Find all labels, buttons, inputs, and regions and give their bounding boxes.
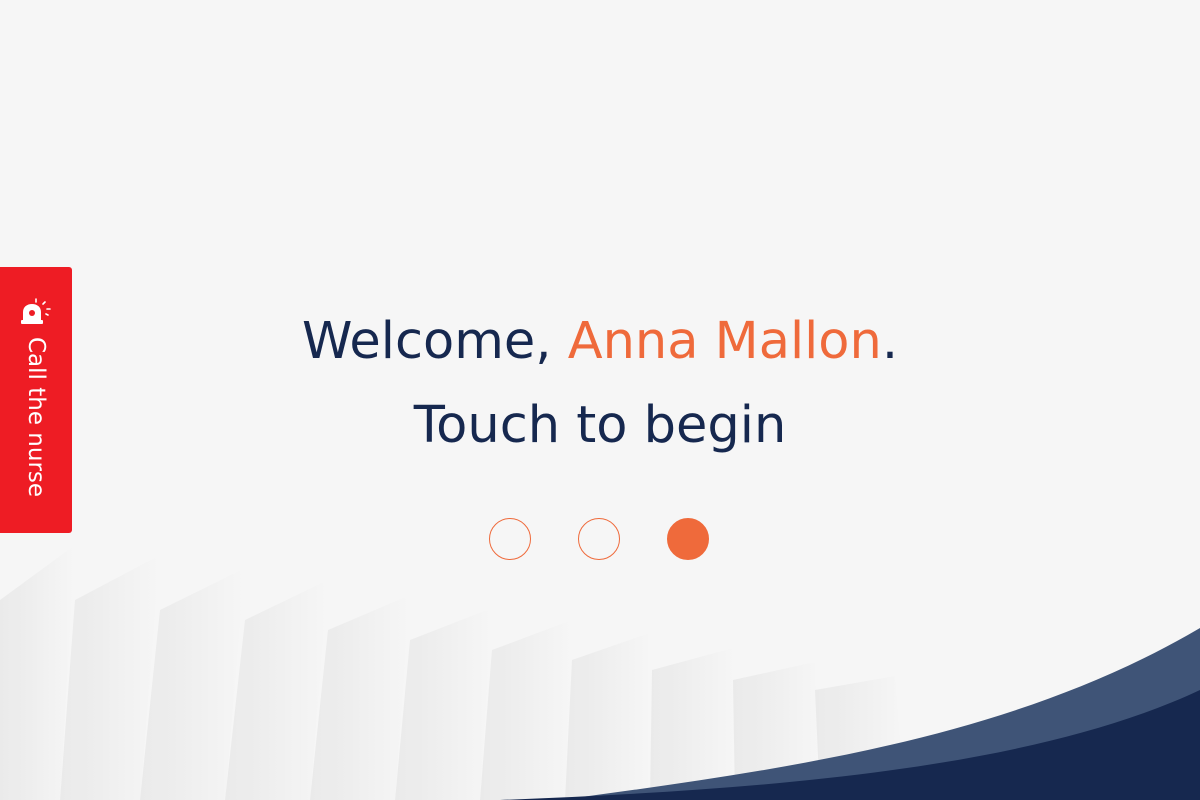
- progress-indicator: [489, 518, 713, 562]
- welcome-heading: Welcome, Anna Mallon.: [0, 309, 1200, 375]
- background-fins: [0, 545, 905, 800]
- progress-dot-2: [578, 518, 620, 560]
- welcome-suffix: .: [881, 312, 899, 371]
- progress-dot-3: [667, 518, 709, 560]
- progress-dot-1: [489, 518, 531, 560]
- patient-name: Anna Mallon: [567, 312, 882, 371]
- welcome-screen[interactable]: Call the nurse Welcome, Anna Mallon. Tou…: [0, 0, 1200, 800]
- welcome-prefix: Welcome,: [301, 312, 568, 371]
- touch-to-begin-prompt[interactable]: Touch to begin: [0, 393, 1200, 459]
